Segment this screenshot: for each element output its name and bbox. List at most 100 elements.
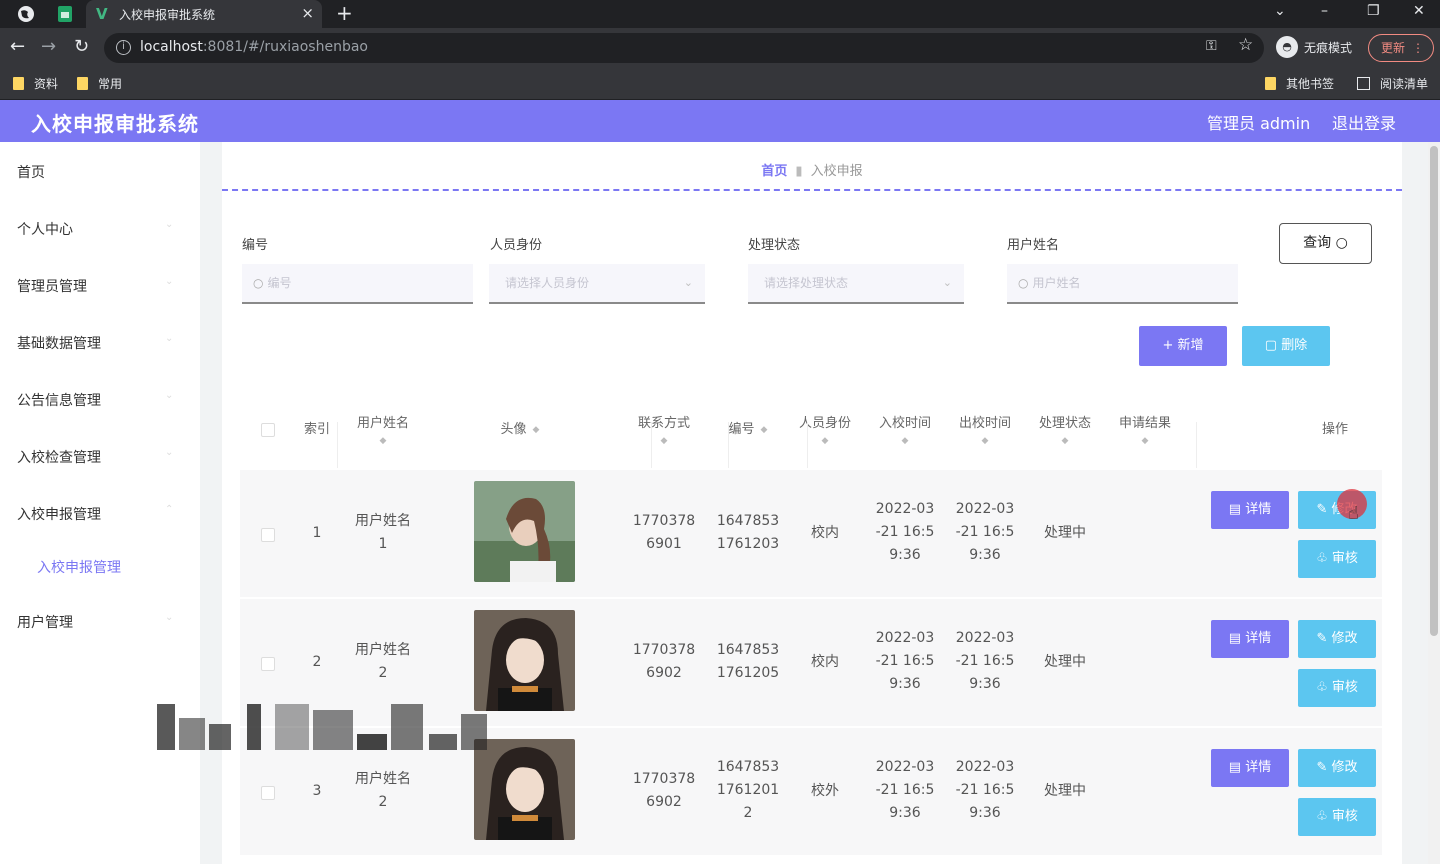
- username-filter-input[interactable]: ○ 用户姓名: [1007, 264, 1238, 304]
- username-filter-label: 用户姓名: [1007, 238, 1060, 253]
- status-filter-select[interactable]: 请选择处理状态 ⌄: [748, 264, 964, 304]
- update-button[interactable]: 更新 ⋮: [1368, 34, 1434, 62]
- edit-button[interactable]: ✎ 修改: [1298, 620, 1376, 658]
- delete-button[interactable]: ▢ 删除: [1242, 326, 1330, 366]
- select-all-checkbox[interactable]: [261, 423, 275, 437]
- cell-identity: 校内: [811, 525, 839, 541]
- add-button[interactable]: + 新增: [1139, 326, 1227, 366]
- folder-icon: [1265, 77, 1276, 90]
- cell-phone: 1770378 6902: [632, 642, 696, 681]
- audit-button[interactable]: ♧ 审核: [1298, 798, 1376, 836]
- browser-toolbar: ← → ↻ i localhost:8081/#/ruxiaoshenbao ⚿…: [0, 28, 1440, 68]
- incognito-icon: ◓: [1276, 36, 1298, 58]
- avatar: [474, 481, 575, 582]
- header-exit-time[interactable]: 出校时间 ◆: [950, 392, 1020, 468]
- sort-icon[interactable]: ◆: [533, 424, 540, 436]
- cell-phone: 1770378 6902: [632, 771, 696, 810]
- status-filter-label: 处理状态: [748, 238, 801, 253]
- new-tab-icon[interactable]: +: [336, 1, 353, 25]
- identity-filter-select[interactable]: 请选择人员身份 ⌄: [489, 264, 705, 304]
- chevron-down-icon: ⌄: [165, 333, 174, 344]
- sort-icon[interactable]: ◆: [761, 424, 768, 436]
- header-number[interactable]: 编号 ◆: [710, 392, 786, 468]
- cell-username: 用户姓名 1: [355, 513, 411, 552]
- bookmark-folder[interactable]: 常用: [77, 75, 122, 92]
- sort-icon[interactable]: ◆: [902, 435, 909, 447]
- row-checkbox[interactable]: [261, 786, 275, 800]
- restore-icon[interactable]: ❐: [1367, 3, 1380, 19]
- breadcrumb-home[interactable]: 首页: [761, 164, 787, 179]
- sort-icon[interactable]: ◆: [1142, 435, 1149, 447]
- header-phone[interactable]: 联系方式 ◆: [616, 392, 712, 468]
- back-icon[interactable]: ←: [10, 36, 25, 58]
- row-checkbox[interactable]: [261, 528, 275, 542]
- chevron-down-icon: ⌄: [165, 447, 174, 458]
- tab-search-icon[interactable]: ⌄: [1274, 3, 1286, 19]
- audit-button[interactable]: ♧ 审核: [1298, 669, 1376, 707]
- cell-username: 用户姓名 2: [355, 642, 411, 681]
- row-checkbox[interactable]: [261, 657, 275, 671]
- minimize-icon[interactable]: –: [1321, 3, 1328, 19]
- header-identity[interactable]: 人员身份 ◆: [790, 392, 860, 468]
- page-scrollbar[interactable]: [1428, 142, 1440, 864]
- sort-icon[interactable]: ◆: [822, 435, 829, 447]
- logout-link[interactable]: 退出登录: [1332, 110, 1396, 134]
- sidebar-item-entry-check[interactable]: 入校检查管理 ⌄: [0, 435, 200, 475]
- sidebar-item-announcements[interactable]: 公告信息管理 ⌄: [0, 378, 200, 418]
- browser-tab-bar: V 入校申报审批系统 × + ⌄ – ❐ ✕: [0, 0, 1440, 28]
- bookmark-star-icon[interactable]: ☆: [1238, 35, 1253, 55]
- chevron-down-icon: ⌄: [942, 276, 952, 289]
- sidebar-item-label: 管理员管理: [17, 279, 87, 295]
- number-filter-input[interactable]: ○ 编号: [242, 264, 473, 304]
- more-menu-icon[interactable]: ⋮: [1412, 35, 1424, 61]
- query-button[interactable]: 查询 ○: [1279, 223, 1372, 264]
- sort-icon[interactable]: ◆: [380, 435, 387, 447]
- scrollbar-thumb[interactable]: [1430, 146, 1438, 636]
- hand-cursor-icon: ☝: [1348, 503, 1359, 524]
- sidebar-subitem-entry-declaration[interactable]: 入校申报管理: [0, 545, 200, 585]
- sidebar-item-user-management[interactable]: 用户管理 ⌄: [0, 600, 200, 640]
- reload-icon[interactable]: ↻: [74, 36, 89, 58]
- audit-button[interactable]: ♧ 审核: [1298, 540, 1376, 578]
- cell-status: 处理中: [1044, 783, 1086, 799]
- sidebar-item-admin-management[interactable]: 管理员管理 ⌄: [0, 264, 200, 304]
- window-close-icon[interactable]: ✕: [1413, 3, 1425, 19]
- header-username[interactable]: 用户姓名 ◆: [340, 392, 426, 468]
- document-icon: ▤: [1228, 631, 1242, 646]
- detail-button[interactable]: ▤ 详情: [1211, 749, 1289, 787]
- sort-icon[interactable]: ◆: [661, 435, 668, 447]
- chevron-down-icon: ⌄: [165, 219, 174, 230]
- sidebar-item-entry-declaration[interactable]: 入校申报管理 ⌃: [0, 492, 200, 532]
- header-avatar[interactable]: 头像 ◆: [430, 392, 610, 468]
- sidebar-item-personal-center[interactable]: 个人中心 ⌄: [0, 207, 200, 247]
- address-bar[interactable]: i localhost:8081/#/ruxiaoshenbao: [104, 33, 1264, 63]
- pinned-tab-globe-icon[interactable]: [16, 4, 36, 24]
- other-bookmarks[interactable]: 其他书签: [1265, 75, 1334, 92]
- detail-button[interactable]: ▤ 详情: [1211, 491, 1289, 529]
- sidebar-item-label: 入校申报管理: [37, 560, 121, 576]
- thumb-icon: ♧: [1316, 809, 1328, 824]
- active-tab[interactable]: V 入校申报审批系统 ×: [86, 0, 322, 28]
- pinned-tab-sheet-icon[interactable]: [55, 4, 75, 24]
- tab-close-icon[interactable]: ×: [301, 4, 314, 22]
- password-key-icon[interactable]: ⚿: [1206, 38, 1217, 54]
- document-icon: ▤: [1228, 760, 1242, 775]
- site-info-icon[interactable]: i: [116, 40, 131, 55]
- detail-button[interactable]: ▤ 详情: [1211, 620, 1289, 658]
- edit-button[interactable]: ✎ 修改: [1298, 749, 1376, 787]
- bookmark-folder[interactable]: 资料: [13, 75, 58, 92]
- reading-list[interactable]: 阅读清单: [1357, 75, 1428, 92]
- header-status[interactable]: 处理状态 ◆: [1030, 392, 1100, 468]
- sidebar-item-home[interactable]: 首页: [0, 150, 200, 190]
- header-entry-time[interactable]: 入校时间 ◆: [870, 392, 940, 468]
- breadcrumb-separator-icon: ▮: [795, 164, 803, 179]
- sidebar-item-base-data[interactable]: 基础数据管理 ⌄: [0, 321, 200, 361]
- cell-number: 1647853 1761203: [716, 513, 780, 552]
- header-result[interactable]: 申请结果 ◆: [1110, 392, 1180, 468]
- sort-icon[interactable]: ◆: [982, 435, 989, 447]
- pencil-icon: ✎: [1316, 631, 1328, 646]
- sidebar-item-label: 首页: [17, 165, 45, 181]
- sort-icon[interactable]: ◆: [1062, 435, 1069, 447]
- forward-icon[interactable]: →: [41, 36, 56, 58]
- cell-entry-time: 2022-03 -21 16:5 9:36: [875, 759, 935, 821]
